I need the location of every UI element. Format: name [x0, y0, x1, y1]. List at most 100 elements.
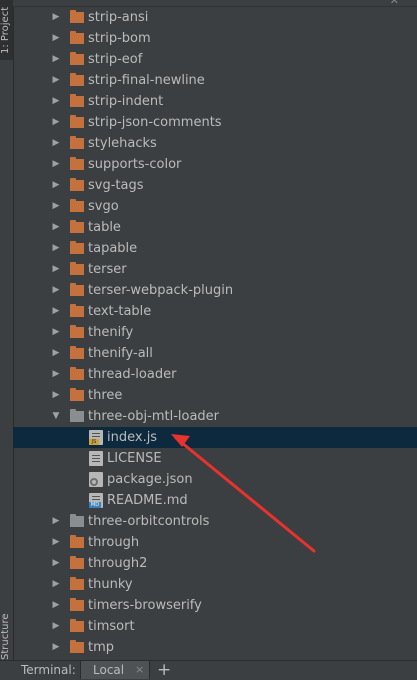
- tree-item-label: thenify: [88, 325, 134, 340]
- tree-folder-row[interactable]: ▶ thunky: [13, 574, 417, 595]
- folder-icon: [70, 157, 84, 170]
- folder-icon: [70, 325, 84, 338]
- tree-folder-row[interactable]: ▶ strip-bom: [13, 28, 417, 49]
- tree-folder-row[interactable]: ▶ svgo: [13, 196, 417, 217]
- chevron-right-icon[interactable]: ▶: [51, 301, 61, 322]
- folder-icon: [70, 409, 84, 422]
- chevron-right-icon[interactable]: ▶: [51, 154, 61, 175]
- chevron-right-icon[interactable]: ▶: [51, 616, 61, 637]
- tree-folder-row[interactable]: ▶ three-orbitcontrols: [13, 511, 417, 532]
- tree-folder-row[interactable]: ▶ through2: [13, 553, 417, 574]
- tree-item-label: tmp: [88, 640, 115, 655]
- chevron-right-icon[interactable]: ▶: [51, 364, 61, 385]
- chevron-right-icon[interactable]: ▶: [51, 532, 61, 553]
- close-icon[interactable]: ✕: [390, 0, 399, 7]
- tree-item-label: three: [88, 388, 123, 403]
- tree-folder-row[interactable]: ▶ strip-indent: [13, 91, 417, 112]
- tree-folder-row[interactable]: ▶ table: [13, 217, 417, 238]
- tree-folder-row[interactable]: ▶ thread-loader: [13, 364, 417, 385]
- terminal-toolbar: Terminal: Local × +: [0, 660, 417, 680]
- folder-icon: [70, 220, 84, 233]
- chevron-right-icon[interactable]: ▶: [51, 637, 61, 658]
- json-file-icon: [89, 472, 103, 487]
- chevron-right-icon[interactable]: ▶: [51, 133, 61, 154]
- chevron-right-icon[interactable]: ▶: [51, 196, 61, 217]
- tree-folder-row[interactable]: ▶ text-table: [13, 301, 417, 322]
- folder-icon: [70, 115, 84, 128]
- chevron-right-icon[interactable]: ▶: [51, 553, 61, 574]
- chevron-right-icon[interactable]: ▶: [51, 217, 61, 238]
- tree-folder-row[interactable]: ▶ strip-final-newline: [13, 70, 417, 91]
- chevron-right-icon[interactable]: ▶: [51, 511, 61, 532]
- text-file-icon: [89, 451, 103, 466]
- tree-scrollbar[interactable]: [413, 6, 417, 656]
- tree-item-label: strip-eof: [88, 52, 143, 67]
- tree-folder-row[interactable]: ▶ thenify-all: [13, 343, 417, 364]
- tree-item-label: strip-final-newline: [88, 73, 205, 88]
- folder-icon: [70, 136, 84, 149]
- chevron-right-icon[interactable]: ▶: [51, 343, 61, 364]
- tree-file-row[interactable]: LICENSE: [13, 448, 417, 469]
- chevron-right-icon[interactable]: ▶: [51, 91, 61, 112]
- folder-icon: [70, 304, 84, 317]
- folder-icon: [70, 262, 84, 275]
- close-icon[interactable]: ×: [135, 663, 144, 676]
- chevron-right-icon[interactable]: ▶: [51, 112, 61, 133]
- chevron-right-icon[interactable]: ▶: [51, 259, 61, 280]
- tree-item-label: thunky: [88, 577, 133, 592]
- tool-tab-structure[interactable]: Structure: [0, 613, 13, 660]
- tree-folder-row[interactable]: ▶ tapable: [13, 238, 417, 259]
- tree-item-label: timers-browserify: [88, 598, 202, 613]
- tree-folder-row[interactable]: ▶ terser: [13, 259, 417, 280]
- chevron-right-icon[interactable]: ▶: [51, 595, 61, 616]
- folder-icon: [70, 178, 84, 191]
- tree-item-label: thread-loader: [88, 367, 177, 382]
- chevron-right-icon[interactable]: ▶: [51, 70, 61, 91]
- tree-folder-row[interactable]: ▶ tmp: [13, 637, 417, 658]
- chevron-right-icon[interactable]: ▶: [51, 385, 61, 406]
- tree-item-label: svgo: [88, 199, 119, 214]
- folder-icon: [70, 514, 84, 527]
- chevron-right-icon[interactable]: ▶: [51, 574, 61, 595]
- tree-folder-row[interactable]: ▶ svg-tags: [13, 175, 417, 196]
- terminal-tab-local[interactable]: Local ×: [80, 661, 150, 679]
- chevron-right-icon[interactable]: ▶: [51, 322, 61, 343]
- project-tree[interactable]: ✕ ▶ strip-ansi ▶ strip-bom ▶ strip-eof ▶ strip-…: [13, 0, 417, 660]
- tree-item-label: strip-indent: [88, 94, 164, 109]
- chevron-right-icon[interactable]: ▶: [51, 280, 61, 301]
- new-terminal-icon[interactable]: +: [157, 660, 171, 680]
- tree-folder-row[interactable]: ▶ supports-color: [13, 154, 417, 175]
- chevron-right-icon[interactable]: ▶: [51, 49, 61, 70]
- tree-file-row[interactable]: package.json: [13, 469, 417, 490]
- folder-icon: [70, 535, 84, 548]
- terminal-tab-label: Local: [93, 663, 125, 677]
- folder-icon: [70, 10, 84, 23]
- chevron-down-icon[interactable]: ▼: [51, 406, 61, 427]
- chevron-right-icon[interactable]: ▶: [51, 238, 61, 259]
- tree-folder-row[interactable]: ▶ timsort: [13, 616, 417, 637]
- tree-item-label: three-orbitcontrols: [88, 514, 210, 529]
- tree-folder-row[interactable]: ▶ stylehacks: [13, 133, 417, 154]
- tree-item-label: LICENSE: [107, 451, 162, 466]
- tree-folder-row[interactable]: ▶ timers-browserify: [13, 595, 417, 616]
- tree-folder-row[interactable]: ▶ thenify: [13, 322, 417, 343]
- tree-file-row[interactable]: JS index.js: [13, 427, 417, 448]
- chevron-right-icon[interactable]: ▶: [51, 175, 61, 196]
- tree-file-row[interactable]: MD README.md: [13, 490, 417, 511]
- tree-folder-row[interactable]: ▶ through: [13, 532, 417, 553]
- tree-item-label: through2: [88, 556, 148, 571]
- chevron-right-icon[interactable]: ▶: [51, 28, 61, 49]
- tree-folder-row[interactable]: ▶ terser-webpack-plugin: [13, 280, 417, 301]
- tree-folder-row[interactable]: ▶ strip-ansi: [13, 7, 417, 28]
- chevron-right-icon[interactable]: ▶: [51, 7, 61, 28]
- terminal-label[interactable]: Terminal:: [21, 663, 76, 677]
- tree-folder-row[interactable]: ▶ three: [13, 385, 417, 406]
- tree-folder-row[interactable]: ▶ strip-json-comments: [13, 112, 417, 133]
- folder-icon: [70, 640, 84, 653]
- tree-folder-row[interactable]: ▼ three-obj-mtl-loader: [13, 406, 417, 427]
- tool-tab-project[interactable]: 1: Project: [0, 0, 13, 60]
- folder-icon: [70, 367, 84, 380]
- tree-item-label: supports-color: [88, 157, 182, 172]
- tree-folder-row[interactable]: ▶ strip-eof: [13, 49, 417, 70]
- tree-item-label: package.json: [107, 472, 193, 487]
